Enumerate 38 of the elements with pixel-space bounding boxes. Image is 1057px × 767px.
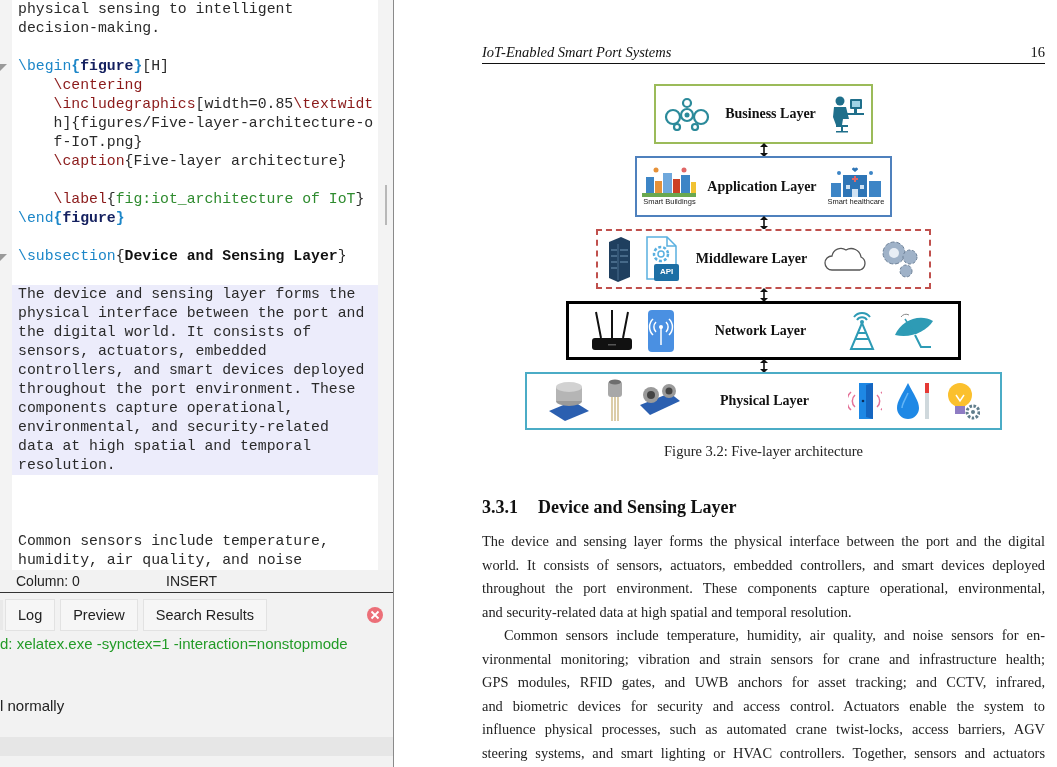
close-icon[interactable]	[366, 606, 384, 624]
mode-indicator: INSERT	[166, 573, 218, 589]
document-gear-icon	[644, 236, 679, 282]
figure-caption: Figure 3.2: Five-layer architecture	[663, 443, 864, 460]
fold-marker-icon[interactable]	[0, 252, 8, 261]
column-indicator: Column: 0	[16, 573, 81, 589]
cog-cluster-icon	[880, 239, 921, 279]
api-label: API	[658, 267, 675, 276]
router-icon	[589, 309, 634, 352]
running-header: IoT-Enabled Smart Port Systems	[482, 44, 672, 61]
double-arrow	[759, 288, 768, 302]
section-title: Device and Sensing Layer	[538, 497, 737, 518]
lightbulb-icon	[946, 381, 981, 421]
horizontal-scrollbar[interactable]	[0, 737, 393, 756]
layer-label: Middleware Layer	[695, 251, 808, 267]
server-icon	[606, 236, 631, 282]
body-paragraph: The device and sensing layer forms the physical interface between the port and the digital world. It consists of sensors, actuators, embedded controllers, and smart devices deployed throughout the port environment. These components capture operational, environmental, and security-related data at high spatial and temporal resolution.	[482, 532, 1045, 622]
layer-label: Physical Layer	[719, 393, 809, 409]
layer-label: Business Layer	[725, 106, 816, 122]
log-line: d: xelatex.exe -synctex=1 -interaction=nonstopmode	[0, 634, 349, 654]
double-arrow	[759, 216, 768, 230]
panel-tab[interactable]: Search Results	[142, 599, 268, 631]
log-line: l normally	[0, 695, 66, 716]
door-icon	[848, 383, 883, 419]
double-arrow	[759, 143, 768, 157]
double-arrow	[759, 359, 768, 373]
antenna-tile-icon	[647, 309, 674, 352]
layer-label: Application Layer	[707, 178, 817, 195]
fold-marker-icon[interactable]	[0, 62, 8, 71]
panel-tab[interactable]: Log	[5, 599, 56, 631]
buildings-icon	[642, 167, 697, 197]
layer-label: Network Layer	[714, 322, 807, 339]
section-number: 3.3.1	[482, 497, 518, 518]
hospital-icon	[831, 167, 881, 197]
body-paragraph: Common sensors include temperature, humidity, air quality, and noise sensors for en- vironmental monitoring; vibration and strain sensors for crane and infrastructure health; GPS modules, RFID gates, and UWB anchors for asset tracking; and CCTV, infrared, and biometric devices for security and access control. Actuators enable the system to influence physical processes, such as automated crane twist-locks, access barriers, AGV steering systems, and smart lighting or HVAC controllers. Together, sensors and actuators	[482, 626, 1045, 763]
page-number: 16	[1030, 44, 1045, 61]
gears-icon	[663, 97, 712, 131]
panel-tab[interactable]: Preview	[60, 599, 138, 631]
